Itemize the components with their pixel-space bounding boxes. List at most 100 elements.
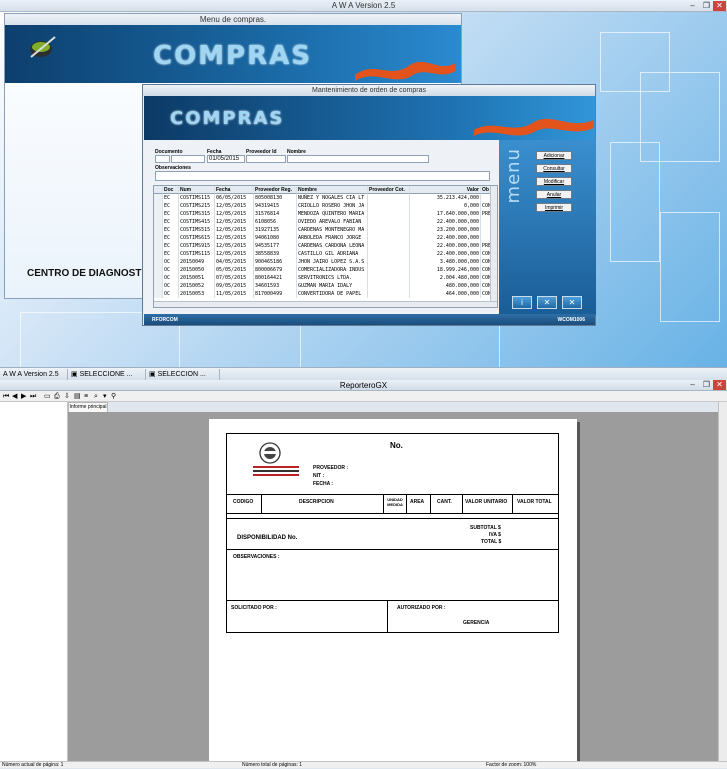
first-page-icon[interactable]: ⏮ — [3, 391, 9, 402]
taskbar-item-seleccione[interactable]: ▣ SELECCIONE ... — [68, 369, 146, 380]
cell-num[interactable]: 20150049 — [179, 258, 215, 266]
cell-proveedor-reg[interactable]: 31927135 — [254, 226, 297, 234]
cell-fecha[interactable]: 06/05/2015 — [215, 194, 254, 202]
cell-fecha[interactable]: 05/05/2015 — [215, 266, 254, 274]
cell-nombre[interactable]: MENDOZA QUINTERO MARIA — [297, 210, 368, 218]
row-selector[interactable] — [154, 290, 163, 298]
table-row[interactable]: EC COSTIMS115 12/05/2015 38558839 CASTILLO G… — [154, 250, 497, 258]
row-selector[interactable] — [154, 274, 163, 282]
col-header-fecha[interactable]: Fecha — [215, 186, 254, 194]
cell-proveedor-cot[interactable] — [368, 194, 410, 202]
cell-proveedor-cot[interactable] — [368, 242, 410, 250]
zoom-icon[interactable]: ⌕ — [94, 391, 98, 402]
table-row[interactable]: EC COSTIMS915 12/05/2015 94535177 CARDENAS C… — [154, 242, 497, 250]
cell-proveedor-reg[interactable]: 800006679 — [254, 266, 297, 274]
cell-proveedor-cot[interactable] — [368, 250, 410, 258]
cell-num[interactable]: COSTIMS915 — [179, 242, 215, 250]
cell-doc[interactable]: EC — [163, 194, 179, 202]
cell-valor[interactable]: 22.400.000,000 — [410, 234, 481, 242]
row-selector[interactable] — [154, 250, 163, 258]
cell-num[interactable]: 20150052 — [179, 282, 215, 290]
cell-doc[interactable]: EC — [163, 234, 179, 242]
cell-proveedor-reg[interactable]: 38558839 — [254, 250, 297, 258]
cell-valor[interactable]: 17.640.000,000 — [410, 210, 481, 218]
cell-fecha[interactable]: 07/05/2015 — [215, 274, 254, 282]
restore-icon[interactable]: ❐ — [700, 380, 713, 390]
close-icon[interactable]: ✕ — [713, 380, 726, 390]
row-selector[interactable] — [154, 210, 163, 218]
taskbar-item-awa[interactable]: A W A Version 2.5 — [0, 369, 68, 380]
cell-doc[interactable]: OC — [163, 282, 179, 290]
table-row[interactable]: OC 20150052 09/05/2015 34601593 GUZMAN MARIA… — [154, 282, 497, 290]
tab-informe-principal[interactable]: Informe principal — [68, 402, 108, 412]
minimize-icon[interactable]: – — [686, 1, 699, 11]
cell-num[interactable]: COSTIMS115 — [179, 194, 215, 202]
row-selector[interactable] — [154, 202, 163, 210]
cell-fecha[interactable]: 12/05/2015 — [215, 202, 254, 210]
cell-nombre[interactable]: GUZMAN MARIA IDALY — [297, 282, 368, 290]
cell-doc[interactable]: OC — [163, 258, 179, 266]
next-page-icon[interactable]: ▶ — [21, 391, 26, 402]
cell-num[interactable]: COSTIMS615 — [179, 234, 215, 242]
cell-nombre[interactable]: ARBOLEDA FRANCO JORGE — [297, 234, 368, 242]
taskbar-item-seleccion[interactable]: ▣ SELECCION ... — [146, 369, 220, 380]
orders-grid[interactable]: Doc Num Fecha Proveedor Reg. Nombre Prov… — [153, 185, 498, 308]
table-row[interactable]: EC COSTIMS115 06/05/2015 805008130 NUÑEZ Y N… — [154, 194, 497, 202]
cell-nombre[interactable]: COMERCIALIZADORA INDUS — [297, 266, 368, 274]
row-selector[interactable] — [154, 194, 163, 202]
layout-icon[interactable]: ≡ — [84, 391, 88, 402]
nombre-field[interactable] — [287, 155, 429, 163]
table-row[interactable]: OC 20150051 07/05/2015 800164421 SERVITRONIC… — [154, 274, 497, 282]
table-row[interactable]: EC COSTIMS615 12/05/2015 94061080 ARBOLEDA F… — [154, 234, 497, 242]
cell-valor[interactable]: 0,000 — [410, 202, 481, 210]
clear-icon[interactable]: ✕ — [537, 296, 557, 309]
dropdown-icon[interactable]: ▾ — [103, 391, 107, 402]
cell-proveedor-reg[interactable]: 900465186 — [254, 258, 297, 266]
cell-proveedor-cot[interactable] — [368, 290, 410, 298]
print-icon[interactable]: ⎙ — [54, 391, 60, 402]
modificar-button[interactable]: Modificar — [536, 177, 572, 186]
reporter-vertical-scrollbar[interactable] — [718, 402, 727, 761]
cell-doc[interactable]: EC — [163, 210, 179, 218]
cell-proveedor-reg[interactable]: 805008130 — [254, 194, 297, 202]
table-row[interactable]: EC COSTIMS415 12/05/2015 6108056 OVIEDO AREV… — [154, 218, 497, 226]
exit-icon[interactable]: ✕ — [562, 296, 582, 309]
cell-num[interactable]: COSTIMS215 — [179, 202, 215, 210]
cell-valor[interactable]: 480.000,000 — [410, 282, 481, 290]
cell-proveedor-reg[interactable]: 800164421 — [254, 274, 297, 282]
table-row[interactable]: EC COSTIMS315 12/05/2015 31576814 MENDOZA QU… — [154, 210, 497, 218]
cell-fecha[interactable]: 12/05/2015 — [215, 218, 254, 226]
documento-type-field[interactable] — [155, 155, 170, 163]
adicionar-button[interactable]: Adicionar — [536, 151, 572, 160]
cell-num[interactable]: COSTIMS415 — [179, 218, 215, 226]
cell-nombre[interactable]: CONVERTIDORA DE PAPEL — [297, 290, 368, 298]
cell-proveedor-cot[interactable] — [368, 234, 410, 242]
cell-doc[interactable]: EC — [163, 242, 179, 250]
col-header-proveedor-cot[interactable]: Proveedor Cot. — [368, 186, 410, 194]
documento-number-field[interactable] — [171, 155, 205, 163]
cell-fecha[interactable]: 12/05/2015 — [215, 234, 254, 242]
table-row[interactable]: OC 20150050 05/05/2015 800006679 COMERCIALIZ… — [154, 266, 497, 274]
cell-fecha[interactable]: 12/05/2015 — [215, 226, 254, 234]
col-header-doc[interactable]: Doc — [163, 186, 179, 194]
cell-doc[interactable]: EC — [163, 218, 179, 226]
cell-proveedor-cot[interactable] — [368, 282, 410, 290]
restore-icon[interactable]: ❐ — [700, 1, 713, 11]
prev-page-icon[interactable]: ◀ — [12, 391, 17, 402]
cell-valor[interactable]: 3.480.000,000 — [410, 258, 481, 266]
row-selector[interactable] — [154, 258, 163, 266]
cell-proveedor-reg[interactable]: 34601593 — [254, 282, 297, 290]
cell-doc[interactable]: OC — [163, 274, 179, 282]
cell-proveedor-cot[interactable] — [368, 266, 410, 274]
cell-nombre[interactable]: JHON JAIRO LOPEZ S.A.S — [297, 258, 368, 266]
cell-fecha[interactable]: 11/05/2015 — [215, 290, 254, 298]
cell-nombre[interactable]: CARDENAS MONTENEGRO MA — [297, 226, 368, 234]
cell-proveedor-reg[interactable]: 31576814 — [254, 210, 297, 218]
cell-proveedor-reg[interactable]: 94061080 — [254, 234, 297, 242]
cell-valor[interactable]: 22.400.000,000 — [410, 242, 481, 250]
observaciones-field[interactable] — [155, 171, 490, 181]
cell-doc[interactable]: EC — [163, 226, 179, 234]
table-row[interactable]: EC COSTIMS515 12/05/2015 31927135 CARDENAS M… — [154, 226, 497, 234]
cell-proveedor-cot[interactable] — [368, 258, 410, 266]
anular-button[interactable]: Anular — [536, 190, 572, 199]
